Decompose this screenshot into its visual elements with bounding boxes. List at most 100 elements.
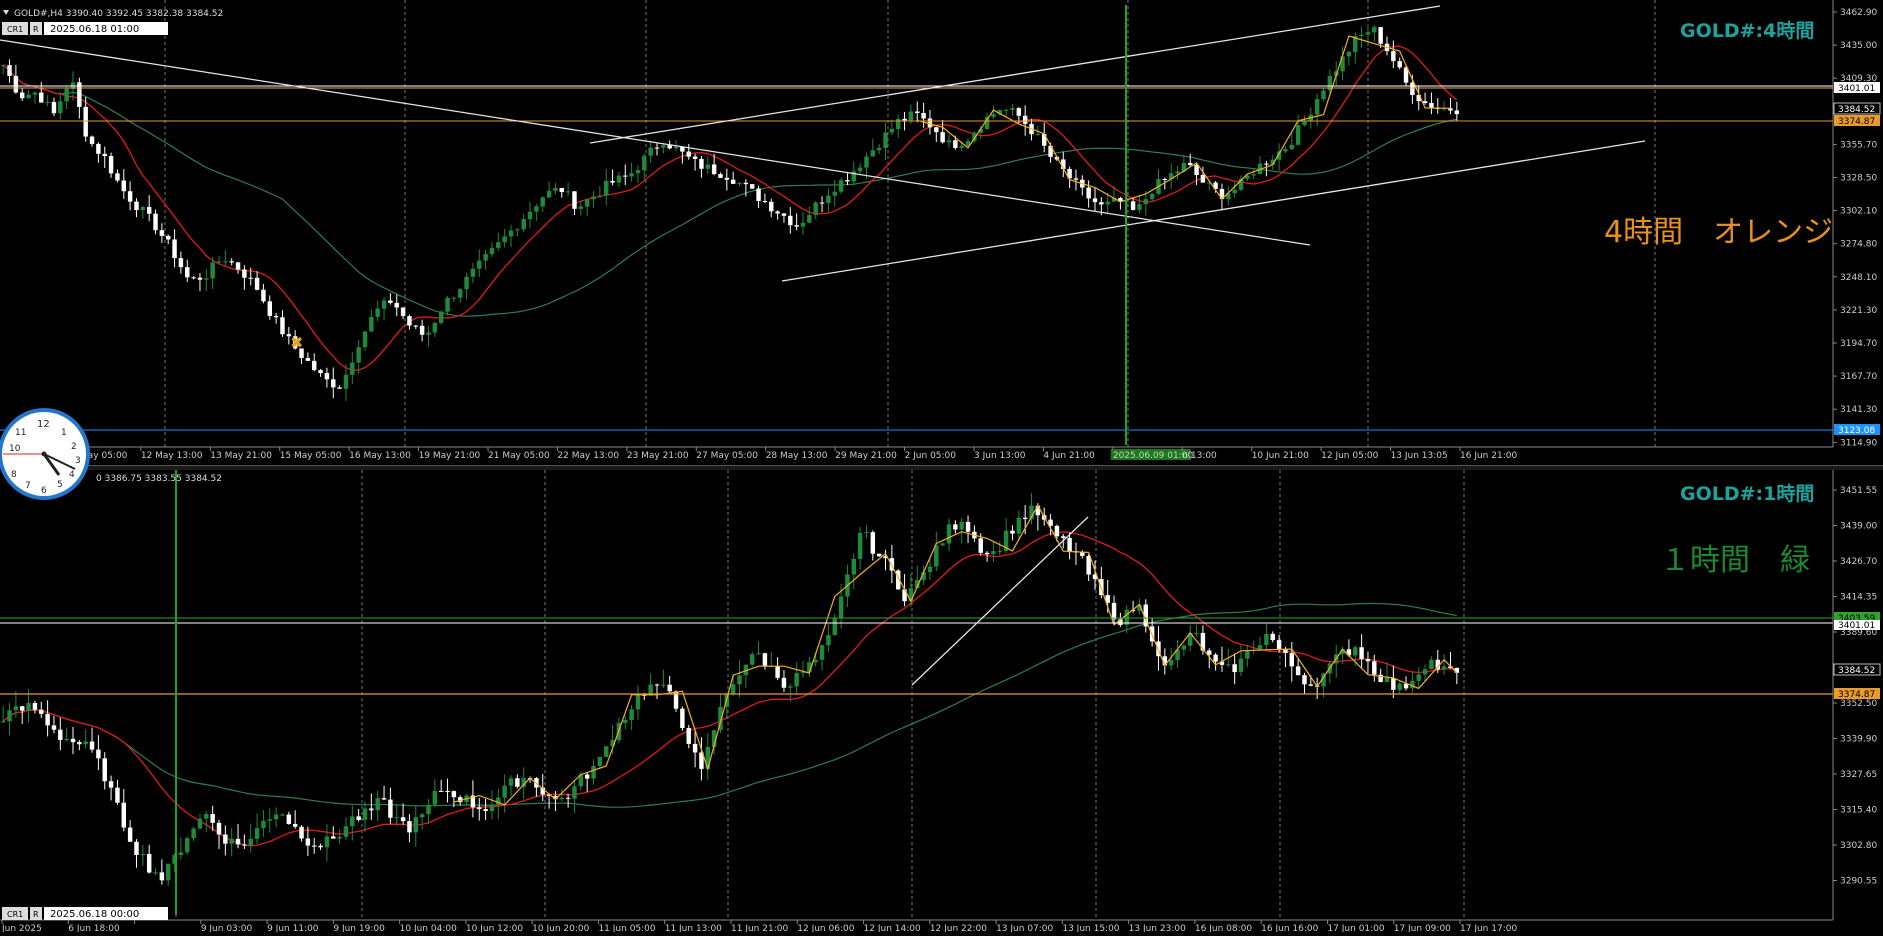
time-axis-label: 17 Jun 01:00 <box>1327 924 1384 932</box>
candle-body <box>540 197 545 207</box>
candle-body <box>426 804 431 815</box>
candle-body <box>1232 189 1237 194</box>
candle-body <box>451 791 457 798</box>
candle-body <box>470 268 476 277</box>
time-axis-label: 3 Jun 13:00 <box>974 451 1026 461</box>
analog-clock-widget[interactable]: 12 1 2 3 4 5 6 7 8 10 11 <box>0 405 93 503</box>
clock-numerals: 12 <box>37 419 50 430</box>
candle-body <box>762 653 768 667</box>
candle-body <box>946 140 952 143</box>
price-axis-label: 3426.70 <box>1840 557 1877 567</box>
price-axis-label: 3302.10 <box>1840 207 1877 217</box>
candle-body <box>115 787 120 803</box>
time-axis-label: 16 May 13:00 <box>349 451 411 461</box>
candle-body <box>432 322 438 333</box>
candle-body <box>826 195 831 203</box>
candle-body <box>889 129 895 133</box>
candle-body <box>242 844 247 846</box>
time-axis-label: 15 May 05:00 <box>280 451 342 461</box>
candle-body <box>83 106 88 137</box>
candle-body <box>1105 201 1110 205</box>
time-axis-label: 9 Jun 11:00 <box>267 924 319 932</box>
candle-body <box>724 177 730 180</box>
candle-body <box>1429 659 1434 670</box>
candle-body <box>927 566 933 573</box>
candle-body <box>210 813 215 823</box>
candle-body <box>89 136 95 144</box>
candle-body <box>781 677 787 688</box>
candle-body <box>32 703 38 710</box>
candle-body <box>204 813 209 819</box>
time-axis-label: 27 May 05:00 <box>696 451 758 461</box>
candle-body <box>705 164 711 169</box>
h4-chart-svg[interactable]: ✖ 3462.903435.003409.303384.523355.70332… <box>0 0 1883 465</box>
candle-body <box>610 180 615 183</box>
candle-body <box>1359 34 1364 36</box>
candle-body <box>1308 684 1314 686</box>
candle-body <box>394 817 399 819</box>
candle-body <box>477 807 482 810</box>
candle-body <box>572 191 577 209</box>
svg-text:R: R <box>33 910 39 919</box>
candle-body <box>1010 108 1015 110</box>
svg-text:11: 11 <box>15 428 26 438</box>
candle-body <box>1416 674 1421 681</box>
candle-body <box>997 550 1003 552</box>
candle-body <box>0 65 6 67</box>
h4-chart-panel[interactable]: ✖ 3462.903435.003409.303384.523355.70332… <box>0 0 1883 465</box>
candle-body <box>146 853 152 873</box>
candle-body <box>254 828 260 839</box>
candle-body <box>7 65 12 76</box>
candle-body <box>603 180 609 196</box>
candle-body <box>1035 133 1041 135</box>
candle-body <box>426 332 431 335</box>
price-axis-label: 3194.70 <box>1840 339 1877 349</box>
candle-body <box>381 798 387 800</box>
candle-body <box>1321 90 1326 100</box>
candle-body <box>642 155 647 171</box>
candle-body <box>800 672 806 674</box>
time-axis-label: 9 Jun 03:00 <box>201 924 253 932</box>
candle-body <box>343 826 349 837</box>
candle-body <box>407 316 412 326</box>
candle-body <box>1181 645 1187 650</box>
candle-body <box>13 706 19 711</box>
time-axis-label: n 13:00 <box>1182 451 1217 461</box>
candle-body <box>1022 517 1028 519</box>
candle-body <box>902 118 907 121</box>
candle-body <box>96 143 101 154</box>
svg-text:1: 1 <box>61 428 67 438</box>
candle-body <box>807 215 812 223</box>
candle-body <box>1200 175 1206 183</box>
candle-body <box>838 596 844 619</box>
candle-body <box>223 834 228 844</box>
candle-body <box>1441 666 1447 670</box>
h1-chart-svg[interactable]: 3451.553439.003426.703414.353389.603364.… <box>0 470 1883 934</box>
candle-body <box>991 551 996 555</box>
time-axis-label: 6 Jun 18:00 <box>68 924 120 932</box>
candle-body <box>1302 675 1307 685</box>
candle-body <box>883 132 888 148</box>
candle-body <box>895 118 901 130</box>
candle-body <box>870 532 876 554</box>
candle-body <box>1378 27 1383 44</box>
candle-body <box>648 147 653 156</box>
candle-body <box>775 666 780 678</box>
time-axis-label: 2 Jun 05:00 <box>905 451 957 461</box>
candle-body <box>216 261 222 263</box>
candle-body <box>419 814 425 818</box>
candle-body <box>483 254 488 261</box>
h1-chart-panel[interactable]: 3451.553439.003426.703414.353389.603364.… <box>0 470 1883 934</box>
candle-body <box>534 206 539 212</box>
candle-body <box>1194 164 1199 176</box>
time-axis-label: 17 Jun 17:00 <box>1460 924 1517 932</box>
candle-body <box>1410 82 1415 96</box>
candle-body <box>58 101 63 114</box>
candle-body <box>127 191 133 202</box>
candle-body <box>248 838 253 846</box>
candle-body <box>1162 178 1168 180</box>
time-axis-label: 13 Jun 15:00 <box>1062 924 1119 932</box>
candle-body <box>584 774 590 779</box>
candle-body <box>102 153 107 157</box>
candle-body <box>953 524 958 530</box>
